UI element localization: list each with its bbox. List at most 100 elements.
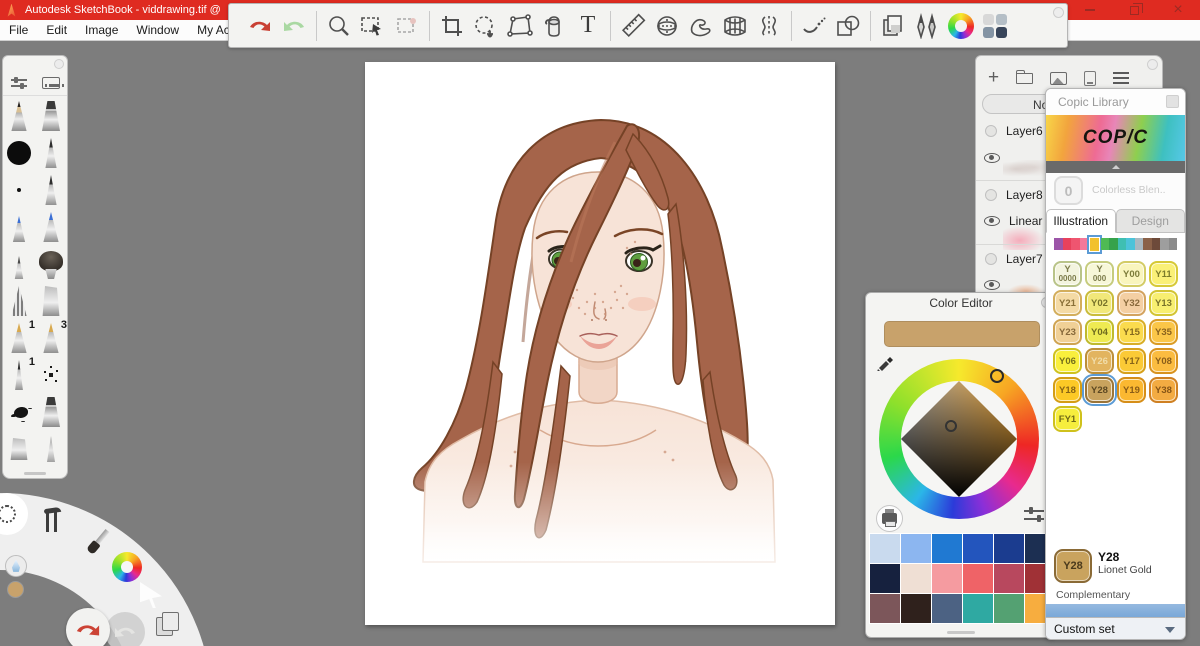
- copic-swatch-Y26[interactable]: Y26: [1085, 348, 1114, 374]
- editor-swatch-12[interactable]: [870, 594, 900, 623]
- brush-bristle[interactable]: [6, 286, 32, 317]
- copic-family-13[interactable]: [1169, 238, 1178, 250]
- editor-swatch-3[interactable]: [963, 534, 993, 563]
- brush-stamp[interactable]: [38, 175, 64, 206]
- saturation-selector[interactable]: [945, 420, 957, 432]
- color-sliders-icon[interactable]: [1024, 507, 1046, 525]
- copic-family-2[interactable]: [1071, 238, 1080, 250]
- editor-swatch-15[interactable]: [963, 594, 993, 623]
- brush-chisel-airbrush[interactable]: [38, 397, 64, 428]
- blender-swatch[interactable]: 0: [1054, 176, 1083, 205]
- brush-ink-pen[interactable]: [38, 138, 64, 169]
- copic-swatch-Y00[interactable]: Y00: [1117, 261, 1146, 287]
- ellipse-guide-icon[interactable]: [650, 9, 684, 43]
- add-layer-icon[interactable]: +: [988, 70, 999, 86]
- brush-shader[interactable]: [6, 434, 32, 465]
- copic-family-5[interactable]: [1101, 238, 1110, 250]
- layer-radio-icon[interactable]: [985, 125, 997, 137]
- copic-family-4[interactable]: [1089, 237, 1100, 252]
- brush-soft-round[interactable]: [38, 249, 64, 280]
- copic-swatch-Y38[interactable]: Y38: [1149, 377, 1178, 403]
- copic-family-0[interactable]: [1054, 238, 1063, 250]
- layer-card-icon[interactable]: [1084, 71, 1096, 86]
- copic-swatch-Y06[interactable]: Y06: [1053, 348, 1082, 374]
- menu-image[interactable]: Image: [76, 23, 127, 37]
- brush-palette-resize-handle[interactable]: [24, 472, 46, 475]
- editor-swatch-6[interactable]: [870, 564, 900, 593]
- brush-palette-handle[interactable]: [54, 59, 64, 69]
- current-color-bar[interactable]: [884, 321, 1040, 347]
- menu-file[interactable]: File: [0, 23, 37, 37]
- menu-edit[interactable]: Edit: [37, 23, 76, 37]
- brush-taper[interactable]: [38, 434, 64, 465]
- copic-swatches-toggle-icon[interactable]: [978, 9, 1012, 43]
- text-tool-icon[interactable]: T: [571, 9, 605, 43]
- lagoon-undo-button[interactable]: [66, 608, 110, 646]
- transform-tool-icon[interactable]: [469, 9, 503, 43]
- copic-close-button[interactable]: [1166, 95, 1179, 108]
- copic-swatch-Y32[interactable]: Y32: [1117, 290, 1146, 316]
- undo-icon[interactable]: [243, 9, 277, 43]
- brush-ink-splatter[interactable]: [6, 397, 32, 428]
- editor-swatch-13[interactable]: [901, 594, 931, 623]
- import-image-icon[interactable]: [1050, 72, 1067, 85]
- copic-swatch-Y08[interactable]: Y08: [1149, 348, 1178, 374]
- current-color-button[interactable]: [7, 581, 24, 598]
- brush-palette-toggle-icon[interactable]: [910, 9, 944, 43]
- brush-copic-3[interactable]: 3: [38, 323, 64, 354]
- toolbar-handle[interactable]: [1053, 7, 1064, 18]
- copic-family-12[interactable]: [1160, 238, 1169, 250]
- layers-menu-icon[interactable]: [1113, 72, 1129, 84]
- copic-swatch-FY1[interactable]: FY1: [1053, 406, 1082, 432]
- editor-swatch-4[interactable]: [994, 534, 1024, 563]
- minimize-button[interactable]: [1068, 0, 1112, 20]
- color-editor-resize-handle[interactable]: [947, 631, 975, 634]
- copic-swatch-Y13[interactable]: Y13: [1149, 290, 1178, 316]
- zoom-tool-icon[interactable]: [322, 9, 356, 43]
- brush-airbrush-small[interactable]: [6, 212, 32, 243]
- layer-radio-icon[interactable]: [985, 189, 997, 201]
- drawing-canvas[interactable]: [365, 62, 835, 625]
- eye-icon[interactable]: [984, 153, 1000, 163]
- brush-copic-1[interactable]: 1: [6, 323, 32, 354]
- brush-solid-round[interactable]: [6, 138, 32, 169]
- brush-fine-dot[interactable]: [6, 175, 32, 206]
- redo-icon[interactable]: [277, 9, 311, 43]
- copic-family-8[interactable]: [1126, 238, 1135, 250]
- copic-family-7[interactable]: [1118, 238, 1127, 250]
- restore-button[interactable]: [1112, 0, 1156, 20]
- select-tool-icon[interactable]: [356, 9, 390, 43]
- hue-selector[interactable]: [990, 369, 1004, 383]
- copic-swatch-Y17[interactable]: Y17: [1117, 348, 1146, 374]
- hue-ring[interactable]: [879, 359, 1039, 519]
- editor-swatch-0[interactable]: [870, 534, 900, 563]
- eyedropper-icon[interactable]: [876, 353, 894, 371]
- color-wheel-toggle-icon[interactable]: [944, 9, 978, 43]
- editor-swatch-2[interactable]: [932, 534, 962, 563]
- brush-settings-icon[interactable]: [11, 77, 27, 89]
- copic-swatch-Y000[interactable]: Y000: [1085, 261, 1114, 287]
- ruler-tool-icon[interactable]: [616, 9, 650, 43]
- lagoon-layers[interactable]: [156, 612, 178, 636]
- layer-radio-icon[interactable]: [985, 253, 997, 265]
- editor-swatch-1[interactable]: [901, 534, 931, 563]
- brush-airbrush-large[interactable]: [38, 212, 64, 243]
- distort-tool-icon[interactable]: [503, 9, 537, 43]
- brush-chisel-marker[interactable]: [38, 101, 64, 132]
- custom-set-dropdown[interactable]: Custom set: [1046, 617, 1185, 639]
- current-copic-swatch[interactable]: Y28: [1054, 549, 1092, 583]
- copic-swatch-Y18[interactable]: Y18: [1053, 377, 1082, 403]
- fill-tool-icon[interactable]: [537, 9, 571, 43]
- copic-family-3[interactable]: [1080, 238, 1089, 250]
- copic-swatch-Y23[interactable]: Y23: [1053, 319, 1082, 345]
- eye-icon[interactable]: [984, 280, 1000, 290]
- marker-mode-button[interactable]: [876, 505, 903, 532]
- complementary-color-bar[interactable]: [1046, 604, 1185, 617]
- crop-tool-icon[interactable]: [435, 9, 469, 43]
- editor-swatch-10[interactable]: [994, 564, 1024, 593]
- close-button[interactable]: ×: [1156, 0, 1200, 20]
- deselect-tool-icon[interactable]: [390, 9, 424, 43]
- copic-swatch-Y19[interactable]: Y19: [1117, 377, 1146, 403]
- brush-round-small[interactable]: [6, 249, 32, 280]
- brush-technical-pen[interactable]: 1: [6, 360, 32, 391]
